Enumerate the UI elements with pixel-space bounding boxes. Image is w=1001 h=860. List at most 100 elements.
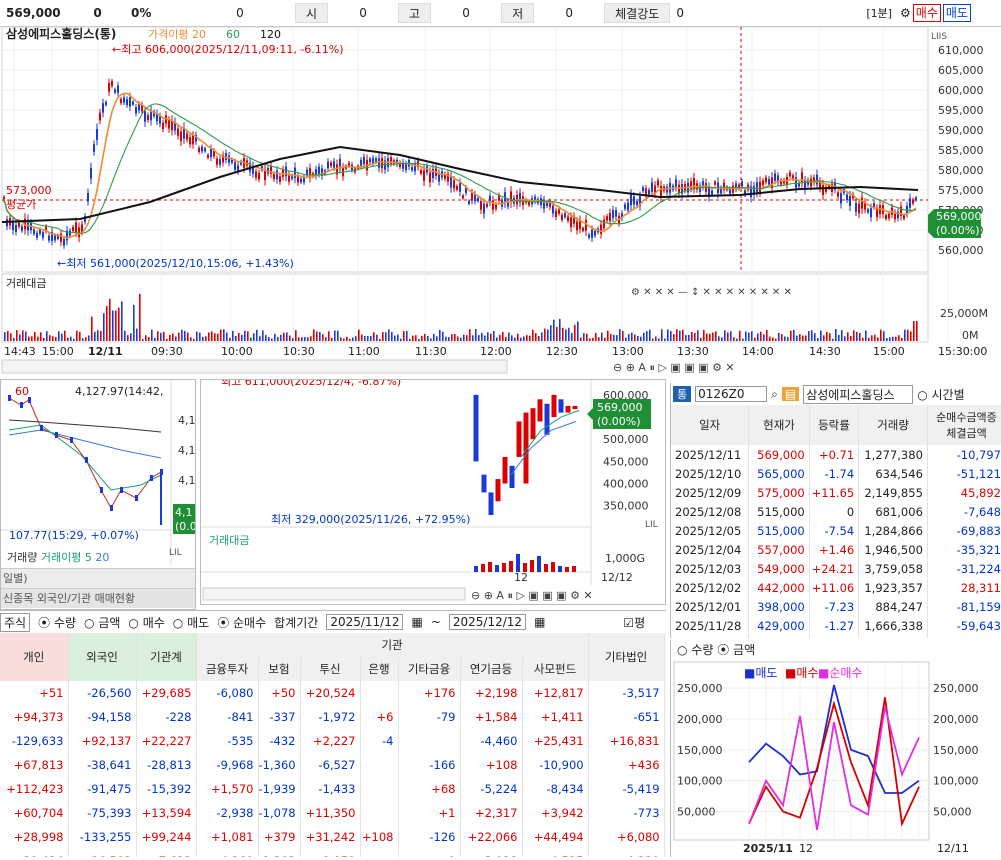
cell: +436 [588, 753, 665, 777]
tong-badge: 통 [673, 386, 692, 402]
volume-bar [49, 335, 51, 341]
radio-buy[interactable]: ○ 매수 [128, 614, 164, 631]
folder-icon[interactable]: ▤ [781, 387, 800, 401]
code-input[interactable]: 0126Z0 [695, 386, 768, 402]
tab-foreign-inst[interactable]: 신종목 외국인/기관 매매현황 [1, 588, 195, 608]
table-row[interactable]: +28,998 -133,255 +99,244 +1,081 +379 +31,242 +… [0, 825, 665, 849]
main-price-chart[interactable]: 삼성에피스홀딩스(통) 가격이평 20 60 120 ←최고 606,000(2… [0, 27, 1001, 375]
radio-net[interactable]: ⦿ 순매수 [217, 614, 266, 631]
legend-buy: ■매수 [785, 666, 818, 680]
cell: +29,685 [136, 681, 197, 705]
sell-button[interactable]: 매도 [942, 4, 971, 22]
drawing-toolbar[interactable]: ⚙ ✕ ✕ ✕ — ↕ ✕ ✕ ✕ ✕ ✕ ✕ ✕ ✕ [631, 287, 792, 298]
change-rate: 0% [131, 6, 152, 20]
candle-body [567, 216, 569, 221]
table-row[interactable]: +60,704 -75,393 +13,594 -2,938 -1,078 +11,350… [0, 801, 665, 825]
table-row[interactable]: 2025/11/28 429,000 -1.27 1,666,338 -59,643 [671, 616, 1001, 635]
table-row[interactable]: +51 -26,560 +29,685 -6,080 +50 +20,524 +176 +2,… [0, 681, 665, 705]
candle-body [198, 147, 200, 153]
date-to-input[interactable]: 2025/12/12 [448, 614, 527, 630]
candle-body [300, 178, 302, 183]
period-selector[interactable]: [1분] [860, 5, 898, 21]
mid-scale-icon[interactable]: LIL [645, 520, 658, 530]
cell: +13,594 [136, 801, 197, 825]
volume-bar [496, 337, 498, 341]
daily-vol-bar [530, 560, 534, 572]
gear-icon[interactable]: ⚙ [898, 6, 913, 20]
cell: -51,121 [927, 464, 1001, 483]
left-mini-chart[interactable]: 60 4,127.97(14:42, 4,1 4,1 4,1 4,1 (0.0 … [1, 380, 197, 565]
volume-bar [607, 330, 609, 341]
calendar-icon[interactable]: ▦ [534, 615, 545, 629]
daily-chart[interactable]: 최고 611,000(2025/12/4, -6.87%) 600,000550… [201, 375, 665, 604]
radio-amt[interactable]: ○ 금액 [84, 614, 120, 631]
table-row[interactable]: 2025/12/05 515,000 -7.54 1,284,866 -69,883 [671, 521, 1001, 540]
volume-bar [319, 332, 321, 341]
candle-body [453, 180, 455, 189]
table-row[interactable]: -29,424+16,503+7,612+4,369-1,302+3,059 +9… [0, 849, 665, 857]
scale-toggle-icon[interactable]: LIIS [931, 32, 947, 42]
volume-bar [502, 331, 504, 341]
table-row[interactable]: 2025/12/02 442,000 +11.06 1,923,357 28,311 [671, 578, 1001, 597]
cell: -59,643 [927, 616, 1001, 635]
daily-candle [558, 399, 564, 413]
volume-bar [550, 325, 552, 341]
volume-bar [787, 336, 789, 341]
mid-x-12: 12 [514, 571, 528, 584]
radio-qty[interactable]: ⦿ 수량 [38, 614, 76, 631]
scrollbar[interactable] [1, 359, 508, 374]
volume-bar [289, 335, 291, 341]
cell: -35,321 [927, 540, 1001, 559]
table-row[interactable]: 2025/12/08 515,000 0 681,006 -7,648 [671, 502, 1001, 521]
volume-bar [568, 327, 570, 341]
volume-bar [427, 335, 429, 341]
radio-sell[interactable]: ○ 매도 [173, 614, 209, 631]
chart-toolbar[interactable]: ⊖ ⊕ A ⏸ ▷ ▣ ▣ ▣ ⚙ ✕ [613, 361, 735, 374]
table-row[interactable]: +112,423 -91,475 -15,392 +1,570 -1,939 -1,433… [0, 777, 665, 801]
table-row[interactable]: +67,813 -38,641 -28,813 -9,968 -1,360 -6,527 -… [0, 753, 665, 777]
cell: 434,500 [748, 635, 810, 638]
candle-body [837, 192, 839, 197]
col-insurance: 보험 [258, 657, 301, 681]
volume-bar [652, 338, 654, 341]
volume-bar [580, 337, 582, 341]
table-row[interactable]: 2025/12/09 575,000 +11.65 2,149,855 45,892 [671, 483, 1001, 502]
volume-bar [202, 336, 204, 341]
cell: -75,393 [68, 801, 137, 825]
table-row[interactable]: 2025/12/01 398,000 -7.23 884,247 -81,159 [671, 597, 1001, 616]
calendar-icon[interactable]: ▦ [411, 615, 422, 629]
volume-bar [745, 331, 747, 341]
cell: +11,350 [300, 801, 361, 825]
mini-scale-icon[interactable]: LIL [169, 548, 182, 558]
cell: -81,159 [927, 597, 1001, 616]
stock-tab[interactable]: 주식 [0, 612, 31, 632]
candle-body [849, 195, 851, 207]
table-row[interactable]: 2025/12/03 549,000 +24.21 3,759,058 -31,224 [671, 559, 1001, 578]
mid-scrollbar[interactable] [202, 587, 466, 601]
cell [360, 801, 399, 825]
buy-button[interactable]: 매수 [912, 4, 941, 22]
volume-bar [625, 337, 627, 341]
table-row[interactable]: 2025/12/04 557,000 +1.46 1,946,500 -35,321 [671, 540, 1001, 559]
date-from-input[interactable]: 2025/11/12 [326, 614, 404, 630]
search-icon[interactable]: ⌕ [771, 387, 778, 402]
cell: -10,797 [927, 445, 1001, 464]
candle-body [801, 172, 803, 183]
cell: -6,080 [196, 681, 259, 705]
table-row[interactable]: -129,633 +92,137 +22,227 -535 -432 +2,227 -4 -4… [0, 729, 665, 753]
volume-bar [400, 338, 402, 341]
time-radio[interactable]: ○ 시간별 [917, 386, 964, 403]
sc-y-tick-left: 250,000 [677, 682, 723, 695]
table-row[interactable]: 2025/12/10 565,000 -1.74 634,546 -51,121 [671, 464, 1001, 483]
volume-bar [100, 330, 102, 341]
cell: +6,080 [588, 825, 665, 849]
avg-checkbox[interactable]: ☑평 [623, 614, 645, 631]
amount-toggle[interactable]: ○ 수량 ⦿ 금액 [671, 640, 1001, 660]
mid-toolbar[interactable]: ⊖ ⊕ A ⏸ ▷ ▣ ▣ ▣ ⚙ ✕ [471, 589, 593, 602]
table-row[interactable]: 2025/11/27434,500+10.703,858,520-27,807 [671, 635, 1001, 638]
tab-daily[interactable]: 일별) [1, 568, 195, 588]
volume-bar [601, 332, 603, 341]
table-row[interactable]: 2025/12/11 569,000 +0.71 1,277,380 -10,797 [671, 445, 1001, 464]
candle-body [15, 224, 17, 232]
table-row[interactable]: +94,373 -94,158 -228 -841 -337 -1,972 +6 -79 +1,… [0, 705, 665, 729]
